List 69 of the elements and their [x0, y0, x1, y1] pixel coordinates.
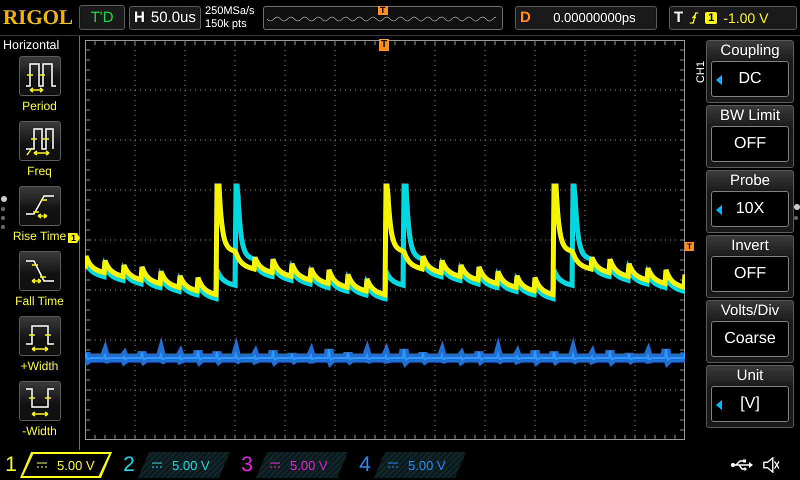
channel-offset-marker[interactable]: 1	[68, 233, 80, 243]
softkey-title: Unit	[736, 366, 764, 386]
trigger-source-badge: 1	[705, 12, 718, 24]
softkey-value: [V]	[740, 395, 760, 413]
run-status[interactable]: T'D	[79, 5, 126, 30]
measure-label: -Width	[22, 424, 57, 438]
menu-softkey[interactable]: BW Limit OFF	[706, 105, 794, 168]
trigger-level: -1.00 V	[723, 10, 768, 26]
softkey-value: DC	[738, 70, 762, 88]
measure-button[interactable]	[18, 251, 60, 291]
softkey-value: 10X	[736, 200, 764, 218]
measure-button[interactable]	[18, 56, 60, 96]
channel-scale: 5.00 V	[408, 458, 446, 472]
channel-number: 2	[122, 453, 136, 477]
channel-scale: 5.00 V	[57, 458, 95, 472]
softkey-value: OFF	[734, 265, 766, 283]
delay-box[interactable]: D 0.00000000ps	[515, 6, 658, 30]
menu-softkey[interactable]: Probe 10X	[706, 170, 794, 233]
channel-scale-box[interactable]: 5.00 V	[374, 452, 466, 478]
menu-softkey[interactable]: Coupling DC	[706, 40, 794, 103]
delay-value: 0.00000000ps	[552, 10, 637, 25]
channel-number: 1	[4, 453, 18, 477]
measure-button[interactable]	[18, 316, 60, 356]
menu-softkey[interactable]: Invert OFF	[706, 235, 794, 298]
timebase-value: 50.0us	[150, 9, 196, 26]
softkey-title: Volts/Div	[720, 301, 780, 321]
memory-depth: 150k pts	[205, 18, 248, 30]
dc-coupling-icon	[37, 462, 47, 468]
softkey-value: Coarse	[724, 330, 776, 348]
softkey-title: Coupling	[720, 41, 780, 61]
measure-button[interactable]	[18, 186, 60, 226]
channel-scale: 5.00 V	[172, 458, 210, 472]
rising-edge-icon	[689, 10, 700, 24]
measure-label: Fall Time	[15, 294, 64, 308]
measure-label: Period	[22, 99, 57, 113]
measure-label: Rise Time	[12, 229, 66, 243]
menu-softkey[interactable]: Volts/Div Coarse	[706, 300, 794, 363]
channel-name: CH1	[695, 61, 707, 83]
menu-softkey[interactable]: Unit [V]	[706, 365, 794, 428]
softkey-title: Invert	[731, 236, 769, 256]
channel-scale: 5.00 V	[290, 458, 328, 472]
channel-scale-box[interactable]: 5.00 V	[20, 452, 112, 478]
channel-number: 4	[358, 453, 372, 477]
brand-logo: RIGOL	[3, 5, 74, 30]
menu-title: Horizontal	[2, 38, 60, 52]
trigger-box[interactable]: T 1 -1.00 V	[669, 6, 798, 30]
channel-number: 3	[240, 453, 254, 477]
measure-button[interactable]	[18, 381, 60, 421]
timebase-box[interactable]: H 50.0us	[129, 6, 202, 30]
usb-icon	[730, 459, 754, 471]
softkey-title: BW Limit	[720, 106, 780, 126]
softkey-title: Probe	[730, 171, 770, 191]
delay-label: D	[520, 9, 531, 26]
trigger-position-marker: T	[378, 6, 388, 14]
timebase-label: H	[134, 9, 145, 26]
sample-rate: 250MSa/s	[205, 4, 256, 18]
measure-button[interactable]	[18, 121, 60, 161]
dc-coupling-icon	[152, 462, 162, 468]
softkey-value: OFF	[734, 135, 766, 153]
channel-scale-box[interactable]: 5.00 V	[256, 452, 348, 478]
dc-coupling-icon	[270, 462, 280, 468]
trigger-level-marker[interactable]: T	[685, 242, 694, 251]
dc-coupling-icon	[388, 462, 398, 468]
channel-scale-box[interactable]: 5.00 V	[138, 452, 230, 478]
measure-label: +Width	[20, 359, 58, 373]
trigger-label: T	[674, 9, 684, 26]
measure-label: Freq	[27, 164, 52, 178]
trigger-position-marker[interactable]: T	[379, 39, 390, 51]
speaker-muted-icon	[762, 457, 780, 473]
